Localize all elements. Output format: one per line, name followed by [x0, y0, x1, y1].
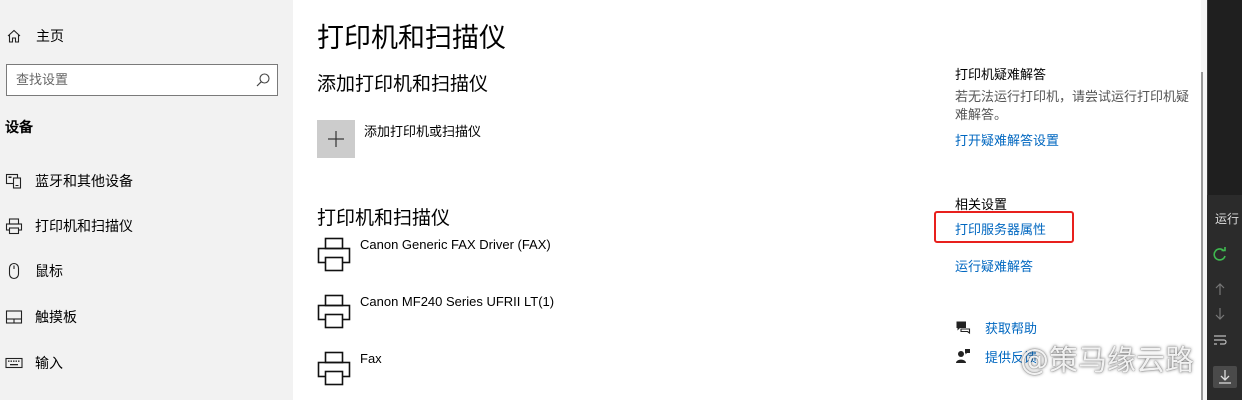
- nav-item-label: 打印机和扫描仪: [35, 219, 133, 235]
- get-help-row[interactable]: 获取帮助: [955, 317, 1037, 337]
- scroll-to-end-button[interactable]: [1213, 366, 1237, 388]
- printers-section-title: 打印机和扫描仪: [317, 207, 451, 229]
- run-label: 运行: [1215, 212, 1240, 226]
- run-troubleshooter-link[interactable]: 运行疑难解答: [955, 256, 1033, 275]
- search-icon[interactable]: [255, 72, 271, 88]
- settings-search-box[interactable]: [6, 64, 278, 96]
- dark-side-panel: 运行: [1207, 0, 1242, 400]
- nav-item-label: 鼠标: [35, 264, 63, 280]
- nav-item-touchpad[interactable]: 触摸板: [0, 305, 293, 329]
- arrow-down-icon[interactable]: [1212, 306, 1228, 322]
- nav-section-devices: 设备: [5, 120, 33, 136]
- bluetooth-devices-icon: [5, 173, 22, 189]
- nav-item-input[interactable]: 输入: [0, 351, 293, 375]
- dark-panel-top: [1207, 0, 1242, 195]
- printer-name: Fax: [360, 351, 382, 366]
- printer-icon: [5, 218, 23, 235]
- nav-home-item[interactable]: 主页: [6, 26, 64, 46]
- open-troubleshoot-settings-link[interactable]: 打开疑难解答设置: [955, 130, 1059, 149]
- troubleshoot-heading: 打印机疑难解答: [955, 68, 1047, 83]
- printer-item[interactable]: Canon Generic FAX Driver (FAX): [317, 237, 717, 277]
- rerun-icon[interactable]: [1212, 246, 1228, 262]
- settings-nav-pane: 主页 设备 蓝牙和其他设备 打印机和扫描仪 鼠标: [0, 0, 293, 400]
- printer-item[interactable]: Canon MF240 Series UFRII LT(1): [317, 294, 717, 334]
- mouse-icon: [8, 262, 20, 280]
- nav-item-label: 输入: [35, 356, 63, 372]
- printer-icon: [317, 237, 351, 272]
- watermark-text: @策马缘云路: [1020, 343, 1195, 377]
- scrollbar-thumb[interactable]: [1201, 72, 1203, 400]
- troubleshoot-description: 若无法运行打印机，请尝试运行打印机疑难解答。: [955, 90, 1190, 123]
- nav-item-label: 触摸板: [35, 310, 77, 326]
- printer-icon: [317, 351, 351, 386]
- wrap-lines-icon[interactable]: [1212, 332, 1228, 348]
- add-printer-label[interactable]: 添加打印机或扫描仪: [364, 121, 481, 140]
- printer-name: Canon Generic FAX Driver (FAX): [360, 237, 551, 252]
- search-input[interactable]: [7, 65, 247, 95]
- keyboard-icon: [5, 357, 23, 369]
- plus-icon: [328, 131, 344, 147]
- feedback-person-icon: [956, 349, 970, 363]
- printer-name: Canon MF240 Series UFRII LT(1): [360, 294, 555, 309]
- add-section-title: 添加打印机和扫描仪: [317, 73, 489, 95]
- nav-home-label: 主页: [36, 29, 64, 45]
- home-icon: [7, 29, 21, 43]
- print-server-properties-link[interactable]: 打印服务器属性: [955, 219, 1046, 238]
- printer-item[interactable]: Fax: [317, 351, 717, 391]
- touchpad-icon: [5, 310, 23, 324]
- arrow-up-icon[interactable]: [1212, 281, 1228, 297]
- scroll-to-end-icon: [1219, 370, 1231, 384]
- nav-item-label: 蓝牙和其他设备: [35, 174, 133, 190]
- help-chat-icon: [956, 321, 971, 335]
- nav-item-mouse[interactable]: 鼠标: [0, 259, 293, 283]
- printer-icon: [317, 294, 351, 329]
- get-help-label[interactable]: 获取帮助: [985, 318, 1037, 337]
- nav-item-bluetooth[interactable]: 蓝牙和其他设备: [0, 169, 293, 193]
- page-title: 打印机和扫描仪: [317, 23, 506, 54]
- nav-item-printers[interactable]: 打印机和扫描仪: [0, 214, 293, 238]
- add-printer-button[interactable]: [317, 120, 355, 158]
